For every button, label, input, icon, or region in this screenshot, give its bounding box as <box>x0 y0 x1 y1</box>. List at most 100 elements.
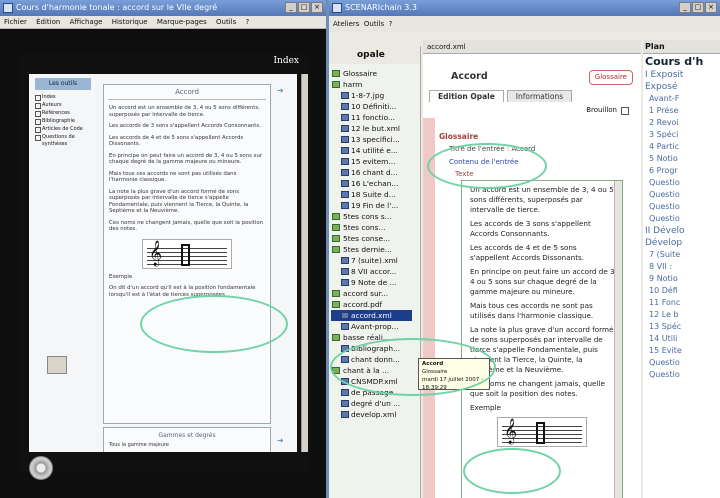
tree-item[interactable]: 8 VII accor... <box>331 266 412 277</box>
tree-item[interactable]: 5tes cons... <box>331 222 412 233</box>
editor-paragraph[interactable]: Les accords de 4 et de 5 sons s'appellen… <box>470 243 617 263</box>
text-editor[interactable]: Un accord est un ensemble de 3, 4 ou 5 s… <box>461 180 623 498</box>
menu-item[interactable]: ? <box>246 18 250 26</box>
plan-item[interactable]: Exposé <box>643 81 720 93</box>
tree-item[interactable]: 18 Suite d... <box>331 189 412 200</box>
plan-item[interactable]: 5 Notio <box>643 153 720 165</box>
tab-edition-opale[interactable]: Edition Opale <box>429 90 504 102</box>
maximize-button[interactable]: □ <box>298 2 310 13</box>
tab-informations[interactable]: Informations <box>506 90 573 102</box>
tree-item[interactable]: 16 L'echan... <box>331 178 412 189</box>
plan-item[interactable]: 11 Fonc <box>643 297 720 309</box>
tree-item[interactable]: harm <box>331 79 412 90</box>
cd-icon[interactable] <box>29 456 53 480</box>
plan-item[interactable]: 6 Progr <box>643 165 720 177</box>
menu-item[interactable]: Édition <box>36 18 60 26</box>
plan-item[interactable]: Questio <box>643 213 720 225</box>
next-arrow-icon[interactable]: ➜ <box>277 436 291 445</box>
editor-paragraph[interactable]: Mais tous ces accords ne sont pas utilis… <box>470 301 617 321</box>
draft-checkbox[interactable] <box>621 107 629 115</box>
tool-item[interactable]: Bibliographie <box>35 118 91 125</box>
tree-item[interactable]: 16 chant d... <box>331 167 412 178</box>
menu-item[interactable]: ? <box>389 20 393 28</box>
menu-item[interactable]: Marque-pages <box>157 18 207 26</box>
plan-item[interactable]: I Exposit <box>643 69 720 81</box>
editor-paragraph[interactable]: Un accord est un ensemble de 3, 4 ou 5 s… <box>470 185 617 215</box>
editor-paragraph[interactable]: Les accords de 3 sons s'appellent Accord… <box>470 219 617 239</box>
plan-item[interactable]: Questio <box>643 189 720 201</box>
book-icon[interactable] <box>47 356 67 374</box>
file-tab[interactable]: accord.xml <box>427 43 466 51</box>
tree-item[interactable]: accord.pdf <box>331 299 412 310</box>
next-arrow-icon[interactable]: ➜ <box>277 86 291 95</box>
plan-item[interactable]: 7 (Suite <box>643 249 720 261</box>
tree-item[interactable]: 15 evitem... <box>331 156 412 167</box>
tree-item[interactable]: accord.xml <box>331 310 412 321</box>
plan-item[interactable]: Avant-F <box>643 93 720 105</box>
tree-item[interactable]: 5tes cons s... <box>331 211 412 222</box>
tree-item[interactable]: Glossaire <box>331 68 412 79</box>
tool-item[interactable]: Index <box>35 94 91 101</box>
index-link[interactable]: Index <box>273 56 299 66</box>
menu-item[interactable]: Ateliers <box>333 20 359 28</box>
menu-item[interactable]: Fichier <box>4 18 27 26</box>
plan-item[interactable]: 2 Revoi <box>643 117 720 129</box>
tree-item[interactable]: 19 Fin de l'... <box>331 200 412 211</box>
plan-item[interactable]: 9 Notio <box>643 273 720 285</box>
menu-item[interactable]: Outils <box>216 18 236 26</box>
tree-item[interactable]: 10 Définiti... <box>331 101 412 112</box>
tree-item[interactable]: Avant-prop... <box>331 321 412 332</box>
minimize-button[interactable]: _ <box>679 2 691 13</box>
workspace-name[interactable]: opale <box>329 46 420 64</box>
plan-item[interactable]: Questio <box>643 201 720 213</box>
plan-item[interactable]: 8 VII : <box>643 261 720 273</box>
plan-item[interactable]: 13 Spéc <box>643 321 720 333</box>
tree-item[interactable]: 14 utilité e... <box>331 145 412 156</box>
tree-item[interactable]: 13 specifici... <box>331 134 412 145</box>
plan-item[interactable]: II Dévelo <box>643 225 720 237</box>
tree-item[interactable]: 1-8-7.jpg <box>331 90 412 101</box>
plan-item[interactable]: 1 Prése <box>643 105 720 117</box>
tree-item[interactable]: 9 Note de ... <box>331 277 412 288</box>
menu-item[interactable]: Affichage <box>70 18 103 26</box>
plan-item[interactable]: 3 Spéci <box>643 129 720 141</box>
tree-item-label: 15 evitem... <box>351 157 396 166</box>
plan-item[interactable]: 12 Le b <box>643 309 720 321</box>
menu-item[interactable]: Historique <box>112 18 148 26</box>
tree-item[interactable]: 11 fonctio... <box>331 112 412 123</box>
item-icon <box>341 191 349 198</box>
close-button[interactable]: × <box>705 2 717 13</box>
plan-item[interactable]: 4 Partic <box>643 141 720 153</box>
plan-item[interactable]: Questio <box>643 177 720 189</box>
plan-item[interactable]: Cours d'h <box>643 54 720 69</box>
maximize-button[interactable]: □ <box>692 2 704 13</box>
editor-paragraph[interactable]: Ces noms ne changent jamais, quelle que … <box>470 379 617 399</box>
tool-item[interactable]: Articles de Code <box>35 126 91 133</box>
menu-item[interactable]: Outils <box>364 20 384 28</box>
tree-item[interactable]: develop.xml <box>331 409 412 420</box>
plan-item[interactable]: 15 Evite <box>643 345 720 357</box>
item-icon <box>341 323 349 330</box>
tree-item[interactable]: degré d'un ... <box>331 398 412 409</box>
scrollbar[interactable] <box>301 74 308 452</box>
tree-item[interactable]: 7 (suite).xml <box>331 255 412 266</box>
tree-item[interactable]: 12 le but.xml <box>331 123 412 134</box>
tool-item[interactable]: Questions de synthèses <box>35 134 91 148</box>
plan-item[interactable]: Questio <box>643 369 720 381</box>
tree-item[interactable]: 5tes conse... <box>331 233 412 244</box>
tree-item[interactable]: 5tes dernie... <box>331 244 412 255</box>
tool-item[interactable]: Références <box>35 110 91 117</box>
tools-tab[interactable]: Les outils <box>35 78 91 90</box>
tool-item[interactable]: Auteurs <box>35 102 91 109</box>
plan-item[interactable]: 14 Utili <box>643 333 720 345</box>
close-button[interactable]: × <box>311 2 323 13</box>
glossary-heading: Glossaire <box>439 132 479 141</box>
tree-item[interactable]: accord sur... <box>331 288 412 299</box>
plan-item[interactable]: Dévelop <box>643 237 720 249</box>
minimize-button[interactable]: _ <box>285 2 297 13</box>
editor-paragraph[interactable]: En principe on peut faire un accord de 3… <box>470 267 617 297</box>
editor-paragraph[interactable]: Exemple <box>470 403 617 413</box>
plan-item[interactable]: Questio <box>643 357 720 369</box>
scrollbar[interactable] <box>614 181 622 498</box>
plan-item[interactable]: 10 Défi <box>643 285 720 297</box>
